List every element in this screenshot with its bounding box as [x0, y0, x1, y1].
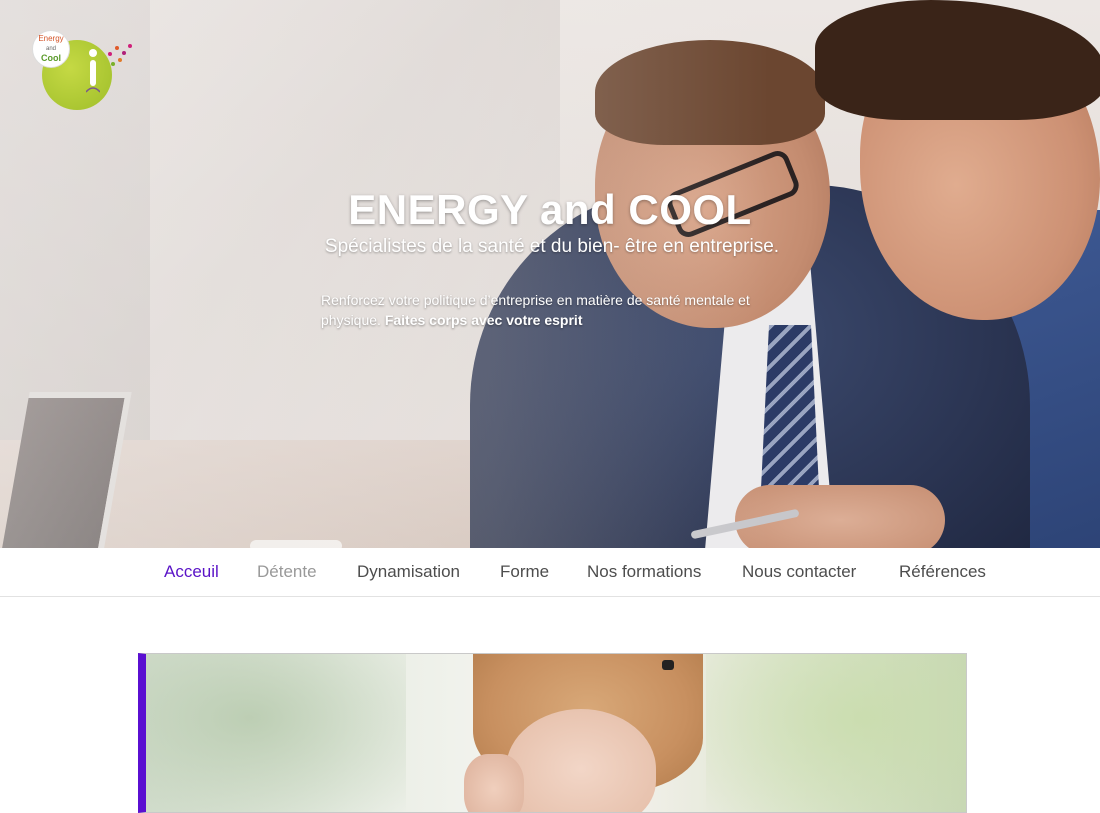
hero-description: Renforcez votre politique d’entreprise e… — [321, 290, 801, 330]
nav-item-acceuil[interactable]: Acceuil — [164, 562, 219, 582]
feature-background-right — [706, 654, 966, 812]
logo-bubble: Energy and Cool — [32, 30, 70, 68]
nav-item-dynamisation[interactable]: Dynamisation — [357, 562, 460, 582]
logo-flowers-icon — [106, 42, 134, 72]
site-logo[interactable]: Energy and Cool — [28, 30, 138, 110]
nav-item-nous-contacter[interactable]: Nous contacter — [742, 562, 856, 582]
logo-figure-icon — [86, 49, 100, 93]
feature-hair-tie — [662, 660, 674, 670]
feature-background-left — [146, 654, 406, 812]
feature-image-card[interactable] — [138, 653, 967, 813]
main-navigation: Acceuil Détente Dynamisation Forme Nos f… — [0, 548, 1100, 597]
feature-person-hand — [464, 754, 524, 812]
nav-item-forme[interactable]: Forme — [500, 562, 549, 582]
logo-text-and: and — [45, 46, 56, 52]
nav-item-detente[interactable]: Détente — [257, 562, 317, 582]
hero-banner: Energy and Cool ENERGY and COOL Spéciali… — [0, 0, 1100, 548]
hero-subtitle: Spécialistes de la santé et du bien- êtr… — [324, 236, 780, 257]
logo-text-cool: Cool — [41, 53, 61, 63]
hero-title: ENERGY and COOL — [348, 186, 752, 233]
nav-item-nos-formations[interactable]: Nos formations — [587, 562, 701, 582]
nav-item-references[interactable]: Références — [899, 562, 986, 582]
logo-text-energy: Energy — [38, 34, 64, 43]
hero-description-bold: Faites corps avec votre esprit — [384, 312, 583, 328]
main-content — [0, 597, 1100, 813]
hero-overlay — [0, 0, 1100, 548]
